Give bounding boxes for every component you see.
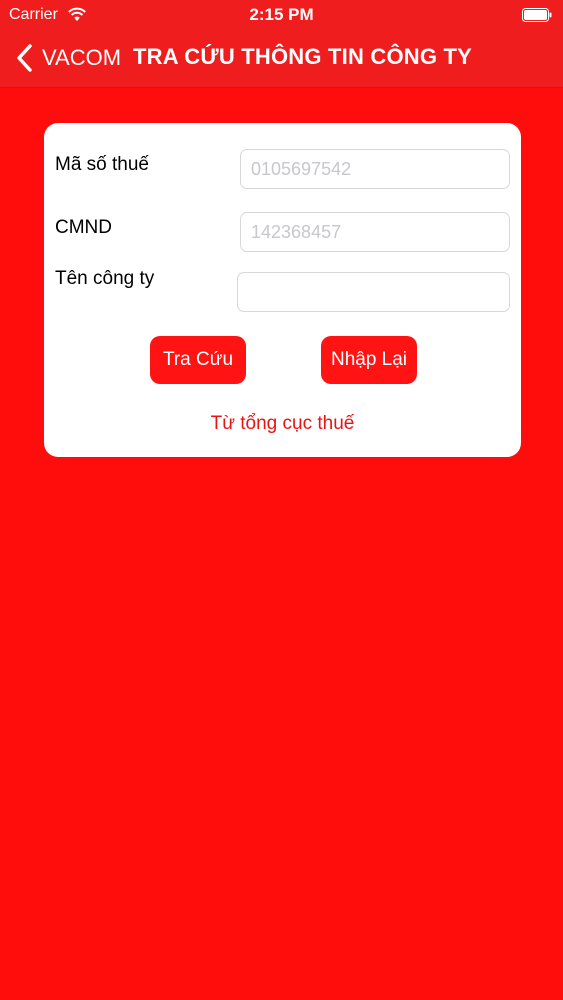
navigation-bar: VACOM TRA CỨU THÔNG TIN CÔNG TY bbox=[0, 30, 563, 88]
status-time: 2:15 PM bbox=[249, 5, 314, 24]
source-link[interactable]: Từ tổng cục thuế bbox=[44, 413, 521, 435]
company-name-input[interactable] bbox=[237, 272, 510, 312]
search-button[interactable]: Tra Cứu bbox=[150, 336, 246, 384]
back-button[interactable]: VACOM bbox=[14, 43, 121, 73]
back-label: VACOM bbox=[42, 45, 122, 70]
chevron-left-icon bbox=[17, 44, 32, 72]
id-number-label: CMND bbox=[55, 217, 112, 238]
id-number-input[interactable] bbox=[240, 212, 510, 252]
status-bar: Carrier 2:15 PM bbox=[0, 0, 563, 30]
company-name-label: Tên công ty bbox=[55, 268, 155, 289]
page-title: TRA CỨU THÔNG TIN CÔNG TY bbox=[133, 44, 472, 69]
battery-icon bbox=[522, 8, 552, 22]
tax-code-label: Mã số thuế bbox=[55, 154, 149, 175]
tax-code-input[interactable] bbox=[240, 149, 510, 189]
search-form-card: Mã số thuế CMND Tên công ty Tra Cứu Nhập… bbox=[44, 123, 521, 457]
reset-button[interactable]: Nhập Lại bbox=[321, 336, 417, 384]
